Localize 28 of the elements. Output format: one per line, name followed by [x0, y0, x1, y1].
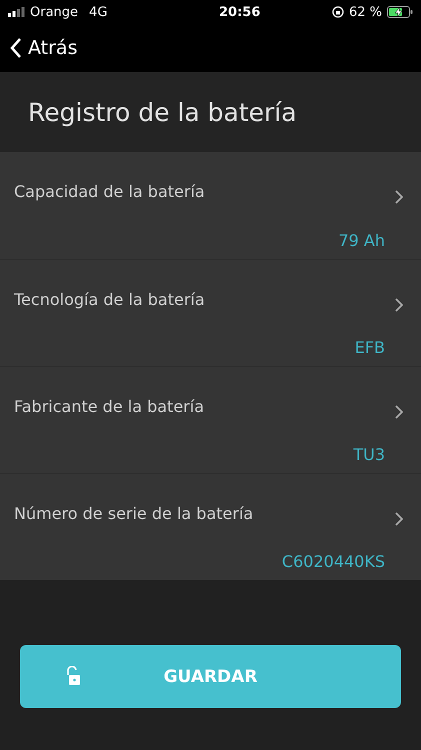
clock-time: 20:56	[218, 4, 260, 20]
page-title: Registro de la batería	[28, 98, 297, 126]
field-value: TU3	[353, 445, 385, 466]
chevron-right-icon	[395, 405, 403, 419]
battery-field-row[interactable]: Capacidad de la batería 79 Ah	[0, 152, 421, 259]
field-label: Tecnología de la batería	[14, 290, 206, 311]
battery-percent: 62 %	[348, 4, 382, 20]
battery-field-row[interactable]: Fabricante de la batería TU3	[0, 366, 421, 473]
back-button[interactable]: Atrás	[10, 37, 78, 59]
back-chevron-icon	[10, 38, 22, 58]
unlocked-padlock-icon	[65, 666, 81, 686]
rotation-lock-icon	[332, 6, 344, 18]
battery-field-row[interactable]: Tecnología de la batería EFB	[0, 259, 421, 366]
chevron-right-icon	[395, 512, 403, 526]
signal-icon	[8, 7, 25, 17]
battery-field-row[interactable]: Número de serie de la batería C6020440KS	[0, 473, 421, 580]
battery-charging-icon	[386, 6, 413, 18]
carrier-name: Orange	[30, 4, 78, 20]
field-value: EFB	[354, 338, 385, 359]
field-label: Número de serie de la batería	[14, 504, 254, 525]
field-value: 79 Ah	[338, 230, 385, 252]
chevron-right-icon	[395, 190, 403, 204]
back-label: Atrás	[28, 37, 78, 59]
field-label: Fabricante de la batería	[14, 397, 205, 418]
field-value: C6020440KS	[282, 552, 385, 573]
field-label: Capacidad de la batería	[14, 182, 206, 203]
chevron-right-icon	[395, 298, 403, 312]
network-type: 4G	[89, 4, 108, 20]
